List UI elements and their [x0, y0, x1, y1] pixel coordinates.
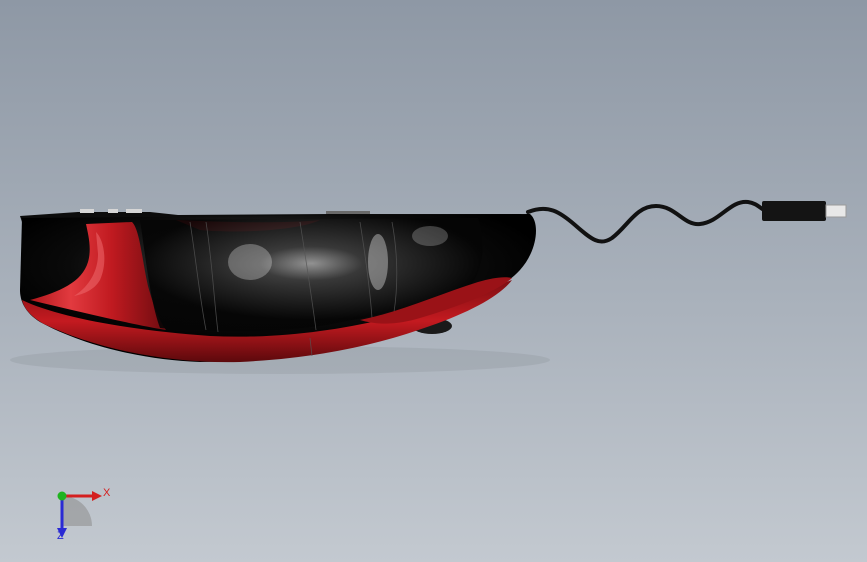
top-button-1	[80, 209, 94, 213]
shell-highlight-1	[228, 244, 272, 280]
axis-triad: X Z	[40, 478, 130, 553]
shell-highlight-3	[412, 226, 448, 246]
shell-highlight-2	[368, 234, 388, 290]
usb-plug-body	[762, 201, 826, 221]
x-axis-label: X	[103, 487, 111, 499]
top-button-3	[126, 209, 142, 213]
z-axis-label: Z	[57, 530, 64, 542]
top-button-4	[326, 211, 370, 214]
model-scene[interactable]	[0, 0, 867, 562]
usb-plug-tip	[825, 204, 847, 218]
top-button-2	[108, 209, 118, 213]
graphics-viewport[interactable]: X Z	[0, 0, 867, 562]
triad-graphic	[57, 491, 102, 538]
